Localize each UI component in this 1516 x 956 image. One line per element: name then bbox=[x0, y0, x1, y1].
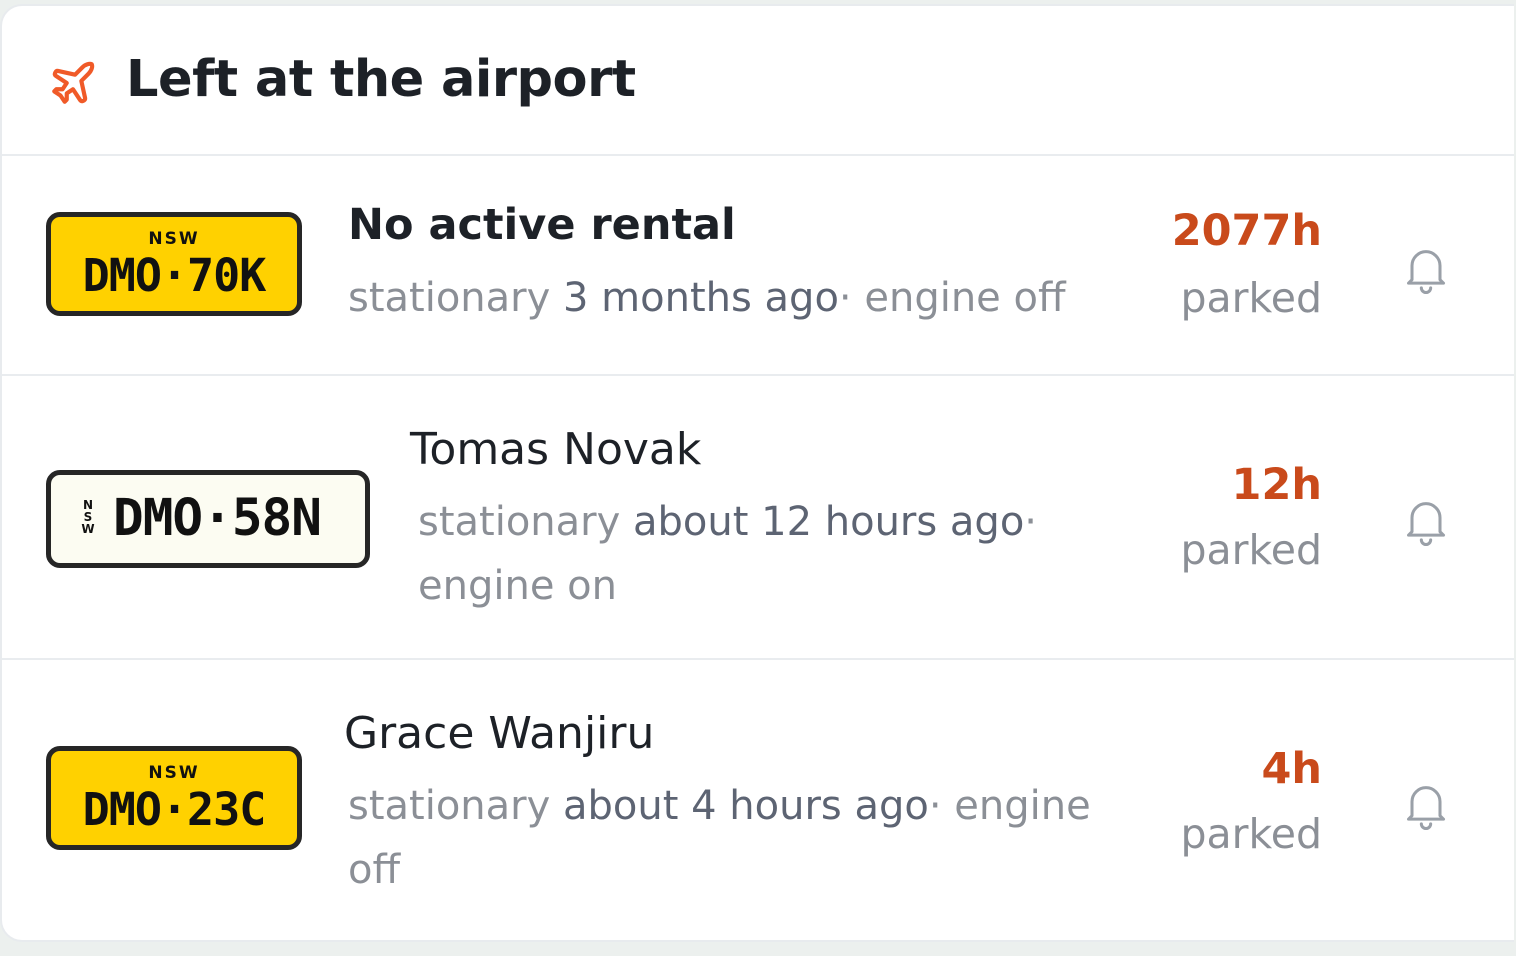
plate-number: DMO·58N bbox=[113, 489, 322, 548]
card-header: Left at the airport bbox=[2, 6, 1514, 156]
parked-label: parked bbox=[1180, 810, 1322, 858]
plate-number: DMO·23C bbox=[82, 783, 267, 836]
license-plate: NSW DMO·23C bbox=[46, 746, 302, 850]
stationary-ago: 3 months ago bbox=[563, 275, 839, 321]
driver-name: Tomas Novak bbox=[410, 424, 702, 475]
airplane-icon bbox=[52, 61, 95, 104]
plate-number: DMO·70K bbox=[82, 249, 267, 302]
stationary-ago: about 4 hours ago bbox=[563, 783, 929, 829]
plate-state: NSW bbox=[148, 229, 200, 249]
plate-state: NSW bbox=[81, 498, 95, 536]
parked-label: parked bbox=[1180, 274, 1322, 322]
page-title: Left at the airport bbox=[126, 50, 636, 109]
airport-card: Left at the airport NSW DMO·70K No activ… bbox=[0, 4, 1514, 942]
parked-duration: 4h bbox=[1261, 744, 1322, 794]
bell-icon[interactable] bbox=[1398, 774, 1454, 834]
vehicle-row[interactable]: NSW DMO·23C Grace Wanjiru stationary abo… bbox=[2, 658, 1514, 940]
parked-label: parked bbox=[1180, 526, 1322, 574]
parked-duration: 2077h bbox=[1171, 206, 1322, 256]
stationary-ago: about 12 hours ago bbox=[633, 499, 1025, 545]
parked-duration: 12h bbox=[1231, 460, 1322, 510]
driver-name: Grace Wanjiru bbox=[344, 708, 655, 759]
bell-icon[interactable] bbox=[1398, 490, 1454, 550]
status-text: stationary about 4 hours ago· engine off bbox=[348, 783, 1091, 893]
license-plate: NSW DMO·70K bbox=[46, 212, 302, 316]
vehicle-row[interactable]: NSW DMO·70K No active rental stationary … bbox=[2, 154, 1514, 376]
status-text: stationary about 12 hours ago· engine on bbox=[418, 499, 1038, 609]
driver-name: No active rental bbox=[348, 200, 736, 250]
vehicle-row[interactable]: NSW DMO·58N Tomas Novak stationary about… bbox=[2, 374, 1514, 660]
license-plate: NSW DMO·58N bbox=[46, 470, 370, 568]
status-text: stationary 3 months ago· engine off bbox=[348, 275, 1066, 321]
plate-state: NSW bbox=[148, 763, 200, 783]
bell-icon[interactable] bbox=[1398, 238, 1454, 298]
